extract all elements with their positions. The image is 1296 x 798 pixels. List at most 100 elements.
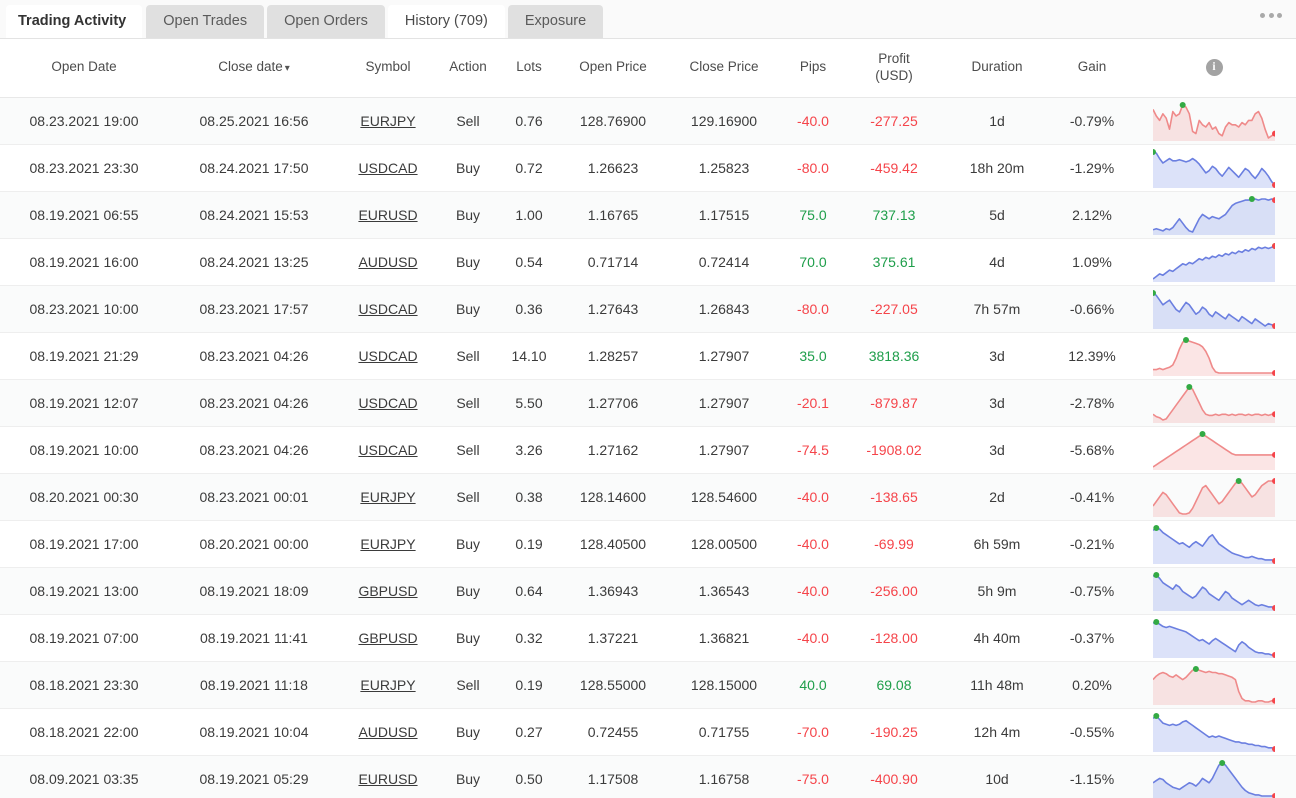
cell-close-price: 0.72414 xyxy=(668,238,780,286)
table-row[interactable]: 08.23.2021 19:00 08.25.2021 16:56 EURJPY Se… xyxy=(0,97,1296,145)
table-row[interactable]: 08.20.2021 00:30 08.23.2021 00:01 EURJPY Se… xyxy=(0,473,1296,521)
header-label: Symbol xyxy=(365,59,411,75)
table-row[interactable]: 08.18.2021 22:00 08.19.2021 10:04 AUDUSD Bu… xyxy=(0,708,1296,756)
table-row[interactable]: 08.23.2021 10:00 08.23.2021 17:57 USDCAD Bu… xyxy=(0,285,1296,333)
action-value: Buy xyxy=(455,535,481,552)
header-label-line1: Profit xyxy=(878,50,910,66)
action-value: Sell xyxy=(456,394,480,411)
cell-symbol: USDCAD xyxy=(340,144,436,192)
symbol-link[interactable]: EURUSD xyxy=(358,771,417,787)
cell-close-price: 129.16900 xyxy=(668,97,780,145)
symbol-link[interactable]: AUDUSD xyxy=(358,724,417,740)
symbol-link[interactable]: USDCAD xyxy=(358,395,417,411)
table-row[interactable]: 08.19.2021 10:00 08.23.2021 04:26 USDCAD Se… xyxy=(0,426,1296,474)
open-price-value: 128.55000 xyxy=(579,676,647,693)
symbol-link[interactable]: EURJPY xyxy=(360,113,415,129)
column-header-close-date[interactable]: Close date ▾ xyxy=(168,39,340,98)
table-row[interactable]: 08.19.2021 06:55 08.24.2021 15:53 EURUSD Bu… xyxy=(0,191,1296,239)
profit-value: -69.99 xyxy=(874,535,914,552)
info-icon[interactable]: i xyxy=(1205,59,1223,77)
cell-open-date: 08.19.2021 13:00 xyxy=(0,567,168,615)
cell-action: Buy xyxy=(436,614,500,662)
table-row[interactable]: 08.19.2021 07:00 08.19.2021 11:41 GBPUSD Bu… xyxy=(0,614,1296,662)
tab-trading-activity[interactable]: Trading Activity xyxy=(6,5,143,38)
column-header-open-price[interactable]: Open Price xyxy=(558,39,668,98)
pips-value: -40.0 xyxy=(797,488,829,505)
trade-sparkline-chart xyxy=(1153,336,1275,376)
table-row[interactable]: 08.09.2021 03:35 08.19.2021 05:29 EURUSD Bu… xyxy=(0,755,1296,798)
symbol-link[interactable]: EURJPY xyxy=(360,489,415,505)
symbol-link[interactable]: AUDUSD xyxy=(358,254,417,270)
cell-action: Buy xyxy=(436,238,500,286)
tab-open-orders[interactable]: Open Orders xyxy=(267,5,385,38)
profit-value: -128.00 xyxy=(870,629,918,646)
table-row[interactable]: 08.19.2021 17:00 08.20.2021 00:00 EURJPY Bu… xyxy=(0,520,1296,568)
duration-value: 4d xyxy=(989,253,1005,270)
open-date-value: 08.19.2021 12:07 xyxy=(29,394,139,411)
cell-close-price: 0.71755 xyxy=(668,708,780,756)
symbol-link[interactable]: USDCAD xyxy=(358,160,417,176)
cell-open-date: 08.19.2021 07:00 xyxy=(0,614,168,662)
cell-close-price: 128.15000 xyxy=(668,661,780,709)
cell-action: Sell xyxy=(436,379,500,427)
column-header-symbol[interactable]: Symbol xyxy=(340,39,436,98)
symbol-link[interactable]: GBPUSD xyxy=(358,583,417,599)
tab-history[interactable]: History (709) xyxy=(387,5,505,38)
lots-value: 0.72 xyxy=(515,159,543,176)
column-header-lots[interactable]: Lots xyxy=(500,39,558,98)
cell-open-date: 08.23.2021 19:00 xyxy=(0,97,168,145)
peak-marker-dot xyxy=(1153,618,1160,625)
table-row[interactable]: 08.19.2021 13:00 08.19.2021 18:09 GBPUSD Bu… xyxy=(0,567,1296,615)
column-header-open-date[interactable]: Open Date xyxy=(0,39,168,98)
cell-gain: 12.39% xyxy=(1052,332,1132,380)
column-header-close-price[interactable]: Close Price xyxy=(668,39,780,98)
tab-open-trades[interactable]: Open Trades xyxy=(146,5,265,38)
cell-profit: -400.90 xyxy=(846,755,942,798)
symbol-link[interactable]: EURUSD xyxy=(358,207,417,223)
column-header-duration[interactable]: Duration xyxy=(942,39,1052,98)
more-options-icon[interactable] xyxy=(1260,13,1282,18)
table-row[interactable]: 08.19.2021 12:07 08.23.2021 04:26 USDCAD Se… xyxy=(0,379,1296,427)
table-row[interactable]: 08.19.2021 21:29 08.23.2021 04:26 USDCAD Se… xyxy=(0,332,1296,380)
cell-duration: 10d xyxy=(942,755,1052,798)
cell-duration: 7h 57m xyxy=(942,285,1052,333)
close-price-value: 1.36821 xyxy=(698,629,750,646)
cell-pips: -40.0 xyxy=(780,473,846,521)
cell-close-price: 1.25823 xyxy=(668,144,780,192)
table-row[interactable]: 08.18.2021 23:30 08.19.2021 11:18 EURJPY Se… xyxy=(0,661,1296,709)
cell-close-price: 1.36821 xyxy=(668,614,780,662)
open-date-value: 08.19.2021 10:00 xyxy=(29,441,139,458)
tab-exposure[interactable]: Exposure xyxy=(507,5,604,38)
cell-close-price: 128.00500 xyxy=(668,520,780,568)
close-price-value: 1.16758 xyxy=(698,770,750,787)
column-header-gain[interactable]: Gain xyxy=(1052,39,1132,98)
pips-value: -40.0 xyxy=(797,535,829,552)
duration-value: 3d xyxy=(989,441,1005,458)
close-date-value: 08.19.2021 11:41 xyxy=(200,629,308,646)
table-row[interactable]: 08.23.2021 23:30 08.24.2021 17:50 USDCAD Bu… xyxy=(0,144,1296,192)
open-date-value: 08.19.2021 07:00 xyxy=(29,629,139,646)
cell-gain: 2.12% xyxy=(1052,191,1132,239)
symbol-link[interactable]: EURJPY xyxy=(360,677,415,693)
profit-value: -256.00 xyxy=(870,582,918,599)
cell-action: Buy xyxy=(436,144,500,192)
table-row[interactable]: 08.19.2021 16:00 08.24.2021 13:25 AUDUSD Bu… xyxy=(0,238,1296,286)
column-header-action[interactable]: Action xyxy=(436,39,500,98)
symbol-link[interactable]: EURJPY xyxy=(360,536,415,552)
close-date-value: 08.24.2021 13:25 xyxy=(199,253,309,270)
symbol-link[interactable]: USDCAD xyxy=(358,301,417,317)
cell-duration: 5h 9m xyxy=(942,567,1052,615)
cell-close-date: 08.23.2021 04:26 xyxy=(168,332,340,380)
cell-close-date: 08.19.2021 11:18 xyxy=(168,661,340,709)
gain-value: -0.55% xyxy=(1069,723,1115,740)
close-date-value: 08.19.2021 11:18 xyxy=(200,676,308,693)
action-value: Buy xyxy=(455,253,481,270)
symbol-link[interactable]: GBPUSD xyxy=(358,630,417,646)
cell-symbol: GBPUSD xyxy=(340,614,436,662)
column-header-pips[interactable]: Pips xyxy=(780,39,846,98)
column-header-profit[interactable]: Profit (USD) xyxy=(846,39,942,98)
lots-value: 14.10 xyxy=(511,347,547,364)
symbol-link[interactable]: USDCAD xyxy=(358,348,417,364)
symbol-link[interactable]: USDCAD xyxy=(358,442,417,458)
cell-open-date: 08.18.2021 23:30 xyxy=(0,661,168,709)
